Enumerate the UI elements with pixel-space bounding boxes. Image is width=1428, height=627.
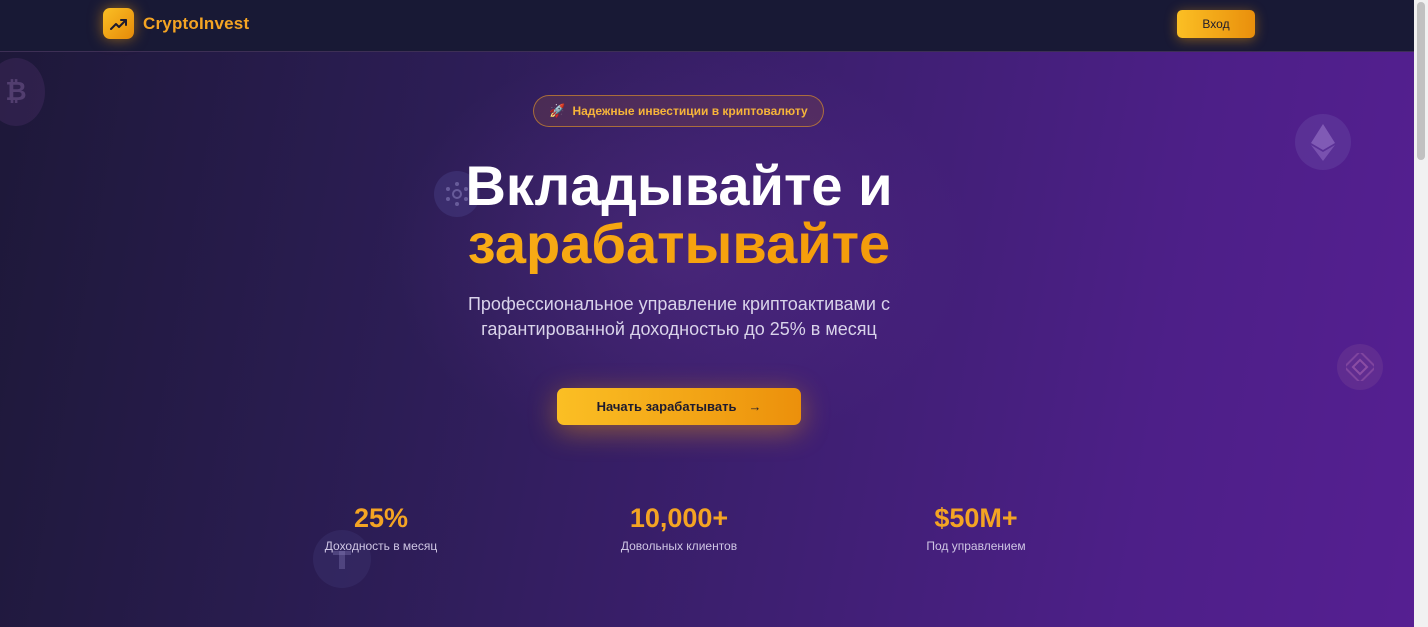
trending-up-icon[interactable]	[103, 8, 134, 39]
brand-name[interactable]: CryptoInvest	[143, 14, 249, 34]
binance-icon	[1337, 344, 1383, 390]
hero-badge-text: Надежные инвестиции в криптовалюту	[572, 104, 808, 118]
top-navbar: CryptoInvest Вход	[0, 0, 1414, 52]
stat-value: 25%	[353, 503, 409, 533]
stat-aum: $50M+ Под управлением	[856, 502, 1096, 553]
page-scrollbar[interactable]	[1414, 0, 1428, 627]
start-earning-label: Начать зарабатывать	[596, 399, 737, 414]
stat-monthly-yield: 25% Доходность в месяц	[261, 502, 501, 553]
scrollbar-thumb[interactable]	[1417, 2, 1425, 160]
hero-title-line2: зарабатывайте	[0, 214, 1358, 274]
hero-title-line1: Вкладывайте и	[465, 154, 893, 217]
hero-subtitle-line1: Профессиональное управление криптоактива…	[467, 294, 890, 314]
rocket-icon: 🚀	[549, 103, 566, 118]
hero-badge: 🚀 Надежные инвестиции в криптовалюту	[533, 95, 824, 127]
stat-value: 10,000+	[629, 503, 729, 533]
stat-value: $50M+	[934, 503, 1018, 533]
stat-label: Довольных клиентов	[620, 539, 738, 553]
bitcoin-icon: ₿	[0, 58, 45, 126]
stat-label: Доходность в месяц	[324, 539, 438, 553]
svg-text:₿: ₿	[5, 77, 26, 107]
start-earning-button[interactable]: Начать зарабатывать →	[557, 388, 801, 425]
hero-subtitle-line2: гарантированной доходностью до 25% в мес…	[481, 319, 877, 339]
login-button[interactable]: Вход	[1177, 10, 1255, 38]
stat-label: Под управлением	[926, 539, 1026, 553]
stat-clients: 10,000+ Довольных клиентов	[559, 502, 799, 553]
arrow-right-icon: →	[748, 399, 762, 414]
